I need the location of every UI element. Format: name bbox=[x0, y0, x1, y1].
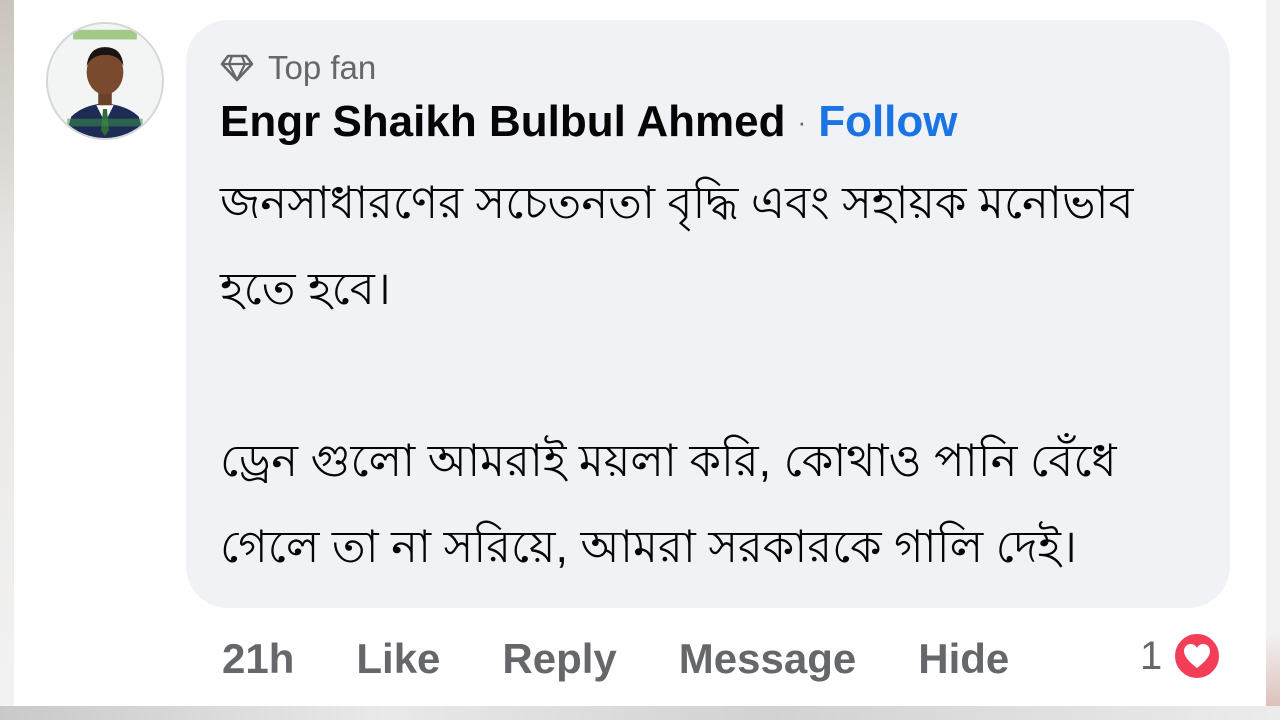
like-button[interactable]: Like bbox=[356, 635, 440, 683]
screen-edge-right bbox=[1266, 0, 1280, 720]
screen-edge-bottom bbox=[0, 706, 1280, 720]
hide-button[interactable]: Hide bbox=[918, 635, 1009, 683]
screen-edge-left bbox=[0, 0, 14, 720]
reaction-count: 1 bbox=[1140, 633, 1163, 678]
follow-button[interactable]: Follow bbox=[818, 97, 957, 147]
heart-icon bbox=[1184, 644, 1211, 668]
reaction-summary[interactable]: 1 bbox=[1140, 628, 1223, 684]
author-name[interactable]: Engr Shaikh Bulbul Ahmed bbox=[220, 97, 786, 147]
comment-paragraph: ড্রেন গুলো আমরাই ময়লা করি, কোথাও পানি ব… bbox=[220, 435, 1117, 572]
love-reaction-badge bbox=[1172, 631, 1223, 681]
comment-paragraph: জনসাধারণের সচেতনতা বৃদ্ধি এবং সহায়ক মনো… bbox=[220, 177, 1134, 314]
comment-header: Engr Shaikh Bulbul Ahmed · Follow bbox=[220, 94, 958, 150]
top-fan-badge: Top fan bbox=[220, 46, 376, 90]
top-fan-label: Top fan bbox=[268, 49, 377, 86]
avatar-photo bbox=[48, 24, 162, 138]
comment-text: জনসাধারণের সচেতনতা বৃদ্ধি এবং সহায়ক মনো… bbox=[220, 160, 1180, 590]
comment-actions: 21h Like Reply Message Hide bbox=[222, 628, 1071, 690]
avatar[interactable] bbox=[46, 22, 164, 140]
comment-timestamp[interactable]: 21h bbox=[222, 635, 294, 683]
message-button[interactable]: Message bbox=[679, 635, 856, 683]
separator-dot: · bbox=[797, 106, 807, 137]
reply-button[interactable]: Reply bbox=[502, 635, 616, 683]
diamond-icon bbox=[220, 54, 254, 82]
